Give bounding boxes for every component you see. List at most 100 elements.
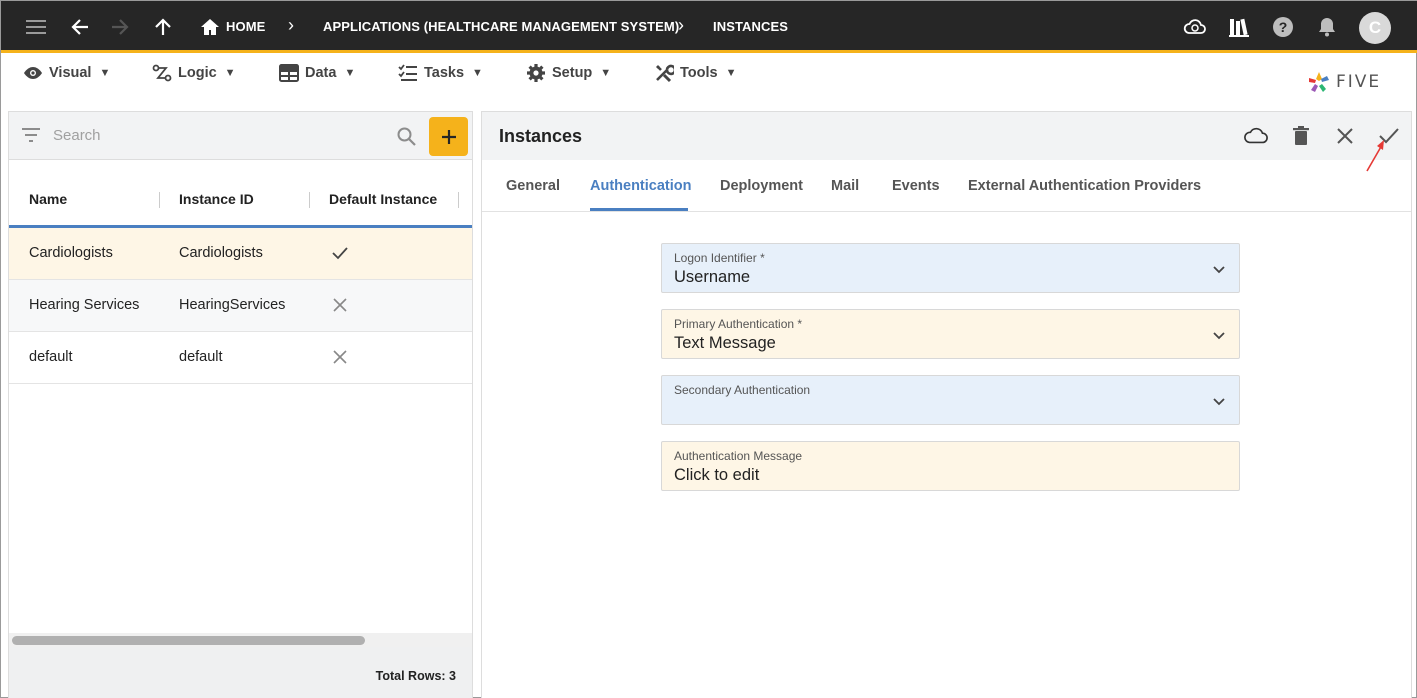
page-title: Instances <box>499 126 583 146</box>
cross-icon <box>333 350 347 364</box>
menu-logic[interactable]: Logic ▼ <box>152 62 236 84</box>
column-divider <box>458 192 459 208</box>
field-label: Primary Authentication * <box>674 317 803 331</box>
breadcrumb-home[interactable]: HOME <box>226 19 265 34</box>
form-tabs: General Authentication Deployment Mail E… <box>482 160 1411 212</box>
avatar-initial: C <box>1368 18 1382 37</box>
home-icon[interactable] <box>197 14 223 40</box>
table-row[interactable]: Hearing Services HearingServices <box>9 280 472 332</box>
menu-setup[interactable]: Setup ▼ <box>526 62 611 84</box>
annotation-arrow-icon <box>1366 140 1384 172</box>
caret-down-icon: ▼ <box>224 67 236 79</box>
column-header-instance-id[interactable]: Instance ID <box>179 191 254 207</box>
cell-instance-id: HearingServices <box>179 297 286 313</box>
tab-external-authentication-providers[interactable]: External Authentication Providers <box>968 178 1201 194</box>
column-header-default-instance[interactable]: Default Instance <box>329 191 437 207</box>
library-icon[interactable] <box>1226 14 1252 40</box>
menu-setup-label: Setup <box>552 65 593 81</box>
cross-icon <box>333 298 347 312</box>
search-icon[interactable] <box>397 127 416 146</box>
table-row[interactable]: Cardiologists Cardiologists <box>9 228 472 280</box>
grid-footer: Total Rows: 3 <box>9 647 472 698</box>
field-label: Secondary Authentication <box>674 383 811 397</box>
check-icon <box>332 247 348 260</box>
breadcrumb-current: INSTANCES <box>713 19 789 34</box>
cell-name: Cardiologists <box>29 245 113 261</box>
chevron-right-icon: › <box>288 15 294 35</box>
tab-deployment[interactable]: Deployment <box>720 178 803 194</box>
menu-data[interactable]: Data ▼ <box>279 62 355 84</box>
tab-mail[interactable]: Mail <box>831 178 859 194</box>
horizontal-scrollbar[interactable] <box>9 633 472 647</box>
caret-down-icon: ▼ <box>344 67 356 79</box>
column-header-name[interactable]: Name <box>29 191 67 207</box>
delete-icon[interactable] <box>1289 124 1313 148</box>
tools-icon <box>656 64 674 83</box>
primary-authentication-select[interactable]: Primary Authentication * Text Message <box>661 309 1240 359</box>
back-arrow-icon[interactable] <box>67 14 93 40</box>
field-value: Username <box>674 268 751 286</box>
menu-logic-label: Logic <box>178 65 217 81</box>
tab-events[interactable]: Events <box>892 178 940 194</box>
field-label: Authentication Message <box>674 449 803 463</box>
caret-down-icon: ▼ <box>99 67 111 79</box>
cell-instance-id: Cardiologists <box>179 245 263 261</box>
brand-name: FIVE <box>1336 72 1382 92</box>
caret-down-icon: ▼ <box>472 67 483 79</box>
field-label: Logon Identifier * <box>674 251 765 265</box>
forward-arrow-icon[interactable] <box>107 14 133 40</box>
menu-bar: Visual ▼ Logic ▼ Data ▼ Tasks ▼ Setup ▼ Tools… <box>1 56 1417 106</box>
tasks-icon <box>398 64 417 81</box>
cloud-sync-icon[interactable] <box>1182 14 1208 40</box>
field-value: Click to edit <box>674 466 760 484</box>
tab-authentication[interactable]: Authentication <box>590 178 692 194</box>
cell-name: default <box>29 349 73 365</box>
five-logo-mark <box>1309 72 1329 92</box>
scrollbar-thumb[interactable] <box>12 636 365 645</box>
cell-name: Hearing Services <box>29 297 140 313</box>
caret-down-icon: ▼ <box>600 67 612 79</box>
form-header: Instances <box>482 112 1411 160</box>
chevron-down-icon <box>1213 266 1225 274</box>
cloud-icon[interactable] <box>1244 124 1268 148</box>
menu-tools[interactable]: Tools ▼ <box>654 62 736 84</box>
search-input[interactable]: Search <box>53 127 101 144</box>
eye-icon <box>24 67 42 79</box>
grid-header: Name Instance ID Default Instance <box>9 172 472 228</box>
filter-icon[interactable] <box>22 128 40 142</box>
svg-text:?: ? <box>1279 19 1288 35</box>
add-button[interactable] <box>429 117 468 156</box>
plus-icon <box>441 129 456 144</box>
chevron-down-icon <box>1213 398 1225 406</box>
menu-tasks[interactable]: Tasks ▼ <box>398 62 483 84</box>
chevron-right-icon: › <box>678 15 684 35</box>
cell-instance-id: default <box>179 349 223 365</box>
instances-list-panel: Search Name Instance ID Default Instance… <box>8 111 473 698</box>
table-row[interactable]: default default <box>9 332 472 384</box>
tab-general[interactable]: General <box>506 178 560 194</box>
gear-icon <box>527 64 545 82</box>
logic-icon <box>152 64 172 82</box>
menu-visual[interactable]: Visual ▼ <box>23 62 110 84</box>
search-bar: Search <box>9 112 472 160</box>
column-divider <box>309 192 310 208</box>
menu-tools-label: Tools <box>680 65 718 81</box>
close-icon[interactable] <box>1333 124 1357 148</box>
menu-visual-label: Visual <box>49 65 92 81</box>
field-value: Text Message <box>674 334 776 352</box>
total-rows: Total Rows: 3 <box>375 669 456 683</box>
top-bar: HOME › APPLICATIONS (HEALTHCARE MANAGEME… <box>1 1 1417 53</box>
bell-icon[interactable] <box>1314 14 1340 40</box>
menu-icon[interactable] <box>23 14 49 40</box>
up-arrow-icon[interactable] <box>150 14 176 40</box>
breadcrumb-application[interactable]: APPLICATIONS (HEALTHCARE MANAGEMENT SYST… <box>323 19 679 34</box>
secondary-authentication-select[interactable]: Secondary Authentication <box>661 375 1240 425</box>
help-icon[interactable]: ? <box>1270 14 1296 40</box>
logon-identifier-select[interactable]: Logon Identifier * Username <box>661 243 1240 293</box>
menu-tasks-label: Tasks <box>424 65 465 81</box>
table-icon <box>279 64 299 82</box>
caret-down-icon: ▼ <box>725 67 737 79</box>
avatar[interactable]: C <box>1359 12 1391 44</box>
authentication-message-field[interactable]: Authentication Message Click to edit <box>661 441 1240 491</box>
chevron-down-icon <box>1213 332 1225 340</box>
